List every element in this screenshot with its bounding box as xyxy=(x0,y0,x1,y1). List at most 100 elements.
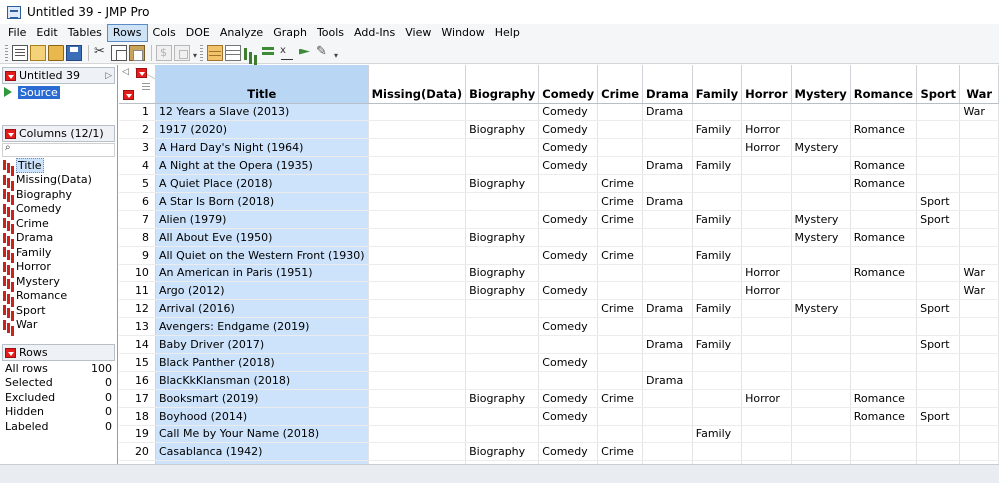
table-cell[interactable] xyxy=(465,103,540,122)
table-cell[interactable] xyxy=(791,264,851,283)
table-cell[interactable]: Family xyxy=(692,246,743,265)
fit-model-icon[interactable] xyxy=(297,45,313,61)
new-data-table-icon[interactable] xyxy=(12,44,28,61)
table-cell[interactable] xyxy=(850,138,918,158)
table-cell[interactable] xyxy=(597,281,644,301)
table-cell[interactable] xyxy=(692,138,743,158)
table-cell[interactable] xyxy=(850,103,918,122)
table-cell[interactable] xyxy=(916,174,961,193)
table-cell[interactable]: Family xyxy=(692,210,743,229)
table-cell[interactable] xyxy=(368,335,467,354)
row-number[interactable]: 4 xyxy=(119,156,156,176)
table-cell[interactable] xyxy=(791,371,851,390)
menu-doe[interactable]: DOE xyxy=(181,25,215,41)
table-cell[interactable] xyxy=(741,174,792,193)
table-cell[interactable] xyxy=(916,156,961,176)
table-cell[interactable] xyxy=(465,156,540,176)
table-cell[interactable] xyxy=(642,228,693,247)
table-name-header[interactable]: Untitled 39 ▷ xyxy=(2,67,115,84)
menu-graph[interactable]: Graph xyxy=(268,25,312,41)
menu-view[interactable]: View xyxy=(400,25,436,41)
table-cell[interactable]: Crime xyxy=(597,442,644,462)
column-item[interactable]: Family xyxy=(0,245,117,260)
table-cell-title[interactable]: 1917 (2020) xyxy=(155,120,369,140)
table-cell[interactable] xyxy=(791,246,851,265)
tabulate-icon[interactable] xyxy=(225,44,242,61)
table-cell[interactable] xyxy=(916,425,961,444)
table-cell[interactable]: Family xyxy=(692,335,743,354)
table-cell[interactable] xyxy=(916,138,961,158)
table-cell[interactable]: Sport xyxy=(916,210,961,229)
row-number[interactable]: 15 xyxy=(119,353,156,372)
table-cell[interactable]: Comedy xyxy=(538,246,599,265)
table-cell[interactable] xyxy=(959,407,999,426)
new-script-icon[interactable] xyxy=(30,44,46,61)
table-cell[interactable] xyxy=(465,192,540,211)
table-cell[interactable]: Comedy xyxy=(538,156,599,176)
table-cell[interactable] xyxy=(538,425,599,444)
distribution-icon[interactable] xyxy=(243,45,259,61)
table-cell[interactable]: Crime xyxy=(597,299,644,319)
table-cell[interactable] xyxy=(642,407,693,426)
table-cell[interactable] xyxy=(465,371,540,390)
table-cell[interactable] xyxy=(791,156,851,176)
table-cell[interactable]: Biography xyxy=(465,120,540,140)
menu-add-ins[interactable]: Add-Ins xyxy=(349,25,400,41)
row-number[interactable]: 12 xyxy=(119,299,156,319)
table-cell[interactable]: Biography xyxy=(465,442,540,462)
table-cell[interactable]: Horror xyxy=(741,389,792,408)
table-cell[interactable] xyxy=(538,335,599,354)
table-cell[interactable] xyxy=(368,407,467,426)
menu-cols[interactable]: Cols xyxy=(148,25,181,41)
column-item[interactable]: Comedy xyxy=(0,202,117,217)
table-cell-title[interactable]: A Hard Day's Night (1964) xyxy=(155,138,369,158)
table-cell[interactable] xyxy=(916,389,961,408)
table-cell[interactable] xyxy=(368,264,467,283)
column-header-war[interactable]: War xyxy=(959,65,999,104)
edit-script-icon[interactable] xyxy=(315,44,331,61)
table-cell[interactable]: Comedy xyxy=(538,442,599,462)
table-cell[interactable] xyxy=(368,156,467,176)
red-triangle-icon[interactable] xyxy=(5,70,16,81)
table-cell[interactable] xyxy=(850,442,918,462)
table-cell[interactable] xyxy=(916,103,961,122)
table-cell[interactable]: Comedy xyxy=(538,138,599,158)
table-cell[interactable]: Sport xyxy=(916,335,961,354)
row-number[interactable]: 16 xyxy=(119,371,156,390)
table-cell[interactable] xyxy=(642,317,693,337)
table-cell-title[interactable]: All About Eve (1950) xyxy=(155,228,369,247)
table-cell[interactable] xyxy=(642,425,693,444)
table-cell[interactable]: Comedy xyxy=(538,317,599,337)
table-cell[interactable] xyxy=(959,442,999,462)
table-cell[interactable] xyxy=(959,317,999,337)
table-cell-title[interactable]: Arrival (2016) xyxy=(155,299,369,319)
table-cell[interactable]: Mystery xyxy=(791,299,851,319)
table-cell[interactable] xyxy=(692,442,743,462)
table-cell[interactable] xyxy=(642,138,693,158)
table-cell[interactable]: War xyxy=(959,264,999,283)
table-cell[interactable] xyxy=(741,299,792,319)
red-triangle-icon[interactable] xyxy=(5,128,16,139)
table-cell-title[interactable]: Alien (1979) xyxy=(155,210,369,229)
table-cell[interactable]: War xyxy=(959,281,999,301)
table-cell[interactable] xyxy=(597,317,644,337)
table-cell[interactable]: Drama xyxy=(642,299,693,319)
column-header-biography[interactable]: Biography xyxy=(465,65,540,104)
table-cell[interactable] xyxy=(538,264,599,283)
table-cell[interactable] xyxy=(741,335,792,354)
column-item[interactable]: Horror xyxy=(0,260,117,275)
table-cell[interactable] xyxy=(959,353,999,372)
menu-edit[interactable]: Edit xyxy=(31,25,62,41)
table-cell[interactable] xyxy=(791,281,851,301)
table-cell[interactable] xyxy=(959,299,999,319)
table-cell[interactable] xyxy=(538,299,599,319)
row-number[interactable]: 1 xyxy=(119,103,156,122)
table-cell[interactable]: Sport xyxy=(916,192,961,211)
table-cell[interactable] xyxy=(692,192,743,211)
table-cell[interactable] xyxy=(850,210,918,229)
table-cell[interactable] xyxy=(692,353,743,372)
table-cell[interactable]: Biography xyxy=(465,281,540,301)
table-cell[interactable] xyxy=(642,246,693,265)
table-cell[interactable]: Comedy xyxy=(538,407,599,426)
table-cell[interactable]: Family xyxy=(692,299,743,319)
